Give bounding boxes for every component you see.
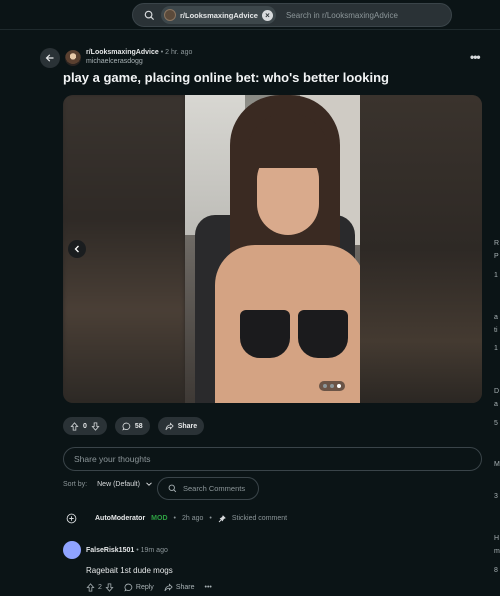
search-icon — [137, 4, 161, 26]
gallery-blur-background-right — [360, 95, 482, 403]
reply-button[interactable]: Reply — [124, 583, 154, 592]
share-icon — [164, 583, 173, 592]
comment-age: 19m ago — [140, 547, 168, 554]
back-button[interactable] — [40, 48, 60, 68]
sidebar-fragment: H — [494, 535, 500, 542]
comment-vote-count: 2 — [98, 584, 102, 591]
automod-age: 2h ago — [181, 515, 204, 522]
comments-button[interactable]: 58 — [114, 417, 150, 435]
upvote-icon — [70, 421, 79, 431]
author-link[interactable]: michaelcerasdogg — [86, 58, 192, 65]
community-avatar — [164, 9, 176, 21]
gallery-pagination — [319, 381, 345, 391]
post-age: 2 hr. ago — [165, 49, 193, 56]
sidebar-fragment: 1 — [494, 345, 498, 352]
right-sidebar-clipped: R P 1 a ti 1 D a 5 M 3 H m 8 — [494, 0, 500, 596]
search-icon — [168, 484, 177, 493]
comment-author[interactable]: FalseRisk1501 — [86, 547, 134, 554]
gallery-image — [185, 95, 360, 403]
post-actions: 0 58 Share — [63, 417, 205, 435]
sidebar-fragment: a — [494, 401, 498, 408]
arrow-left-icon — [45, 54, 54, 62]
community-chip-label: r/LooksmaxingAdvice — [180, 10, 258, 20]
share-button[interactable]: Share — [157, 417, 205, 435]
subreddit-avatar[interactable] — [65, 50, 81, 66]
close-icon[interactable]: × — [261, 9, 273, 21]
comment-share-button[interactable]: Share — [164, 583, 195, 592]
expand-plus-icon — [66, 513, 77, 524]
pin-icon — [218, 514, 226, 522]
gallery-prev-button[interactable] — [68, 240, 86, 258]
sidebar-fragment: a — [494, 314, 498, 321]
upvote-icon — [86, 583, 95, 592]
comment-count: 58 — [134, 422, 143, 430]
sidebar-fragment: M — [494, 461, 500, 468]
sidebar-fragment: ti — [494, 327, 498, 334]
reply-label: Reply — [135, 584, 154, 591]
post-meta: r/LooksmaxingAdvice • 2 hr. ago michaelc… — [86, 49, 193, 65]
comment-vote-control[interactable]: 2 — [86, 583, 114, 592]
post-title: play a game, placing online bet: who's b… — [63, 70, 389, 85]
sidebar-fragment: D — [494, 388, 500, 395]
automod-author[interactable]: AutoModerator — [95, 515, 145, 522]
search-bar[interactable]: r/LooksmaxingAdvice × Search in r/Looksm… — [132, 3, 452, 27]
downvote-icon — [105, 583, 114, 592]
downvote-icon — [91, 421, 100, 431]
chevron-down-icon — [146, 482, 152, 486]
vote-count: 0 — [83, 422, 87, 430]
sidebar-fragment: m — [494, 548, 500, 555]
post-gallery[interactable] — [63, 95, 482, 403]
comment-icon — [122, 422, 131, 431]
top-bar: r/LooksmaxingAdvice × Search in r/Looksm… — [0, 0, 500, 30]
sort-dropdown[interactable]: New (Default) — [97, 481, 140, 488]
share-icon — [165, 421, 174, 430]
comment-more-icon[interactable]: ••• — [205, 584, 212, 591]
search-comments-placeholder: Search Comments — [183, 484, 246, 493]
community-filter-chip[interactable]: r/LooksmaxingAdvice × — [161, 6, 276, 24]
sidebar-fragment: R — [494, 240, 500, 247]
sidebar-fragment: 5 — [494, 420, 498, 427]
vote-control[interactable]: 0 — [63, 417, 107, 435]
subreddit-link[interactable]: r/LooksmaxingAdvice — [86, 49, 159, 56]
share-label: Share — [177, 422, 198, 430]
comment-share-label: Share — [175, 584, 195, 591]
comment-text: Ragebait 1st dude mogs — [86, 566, 173, 575]
sidebar-fragment: 3 — [494, 493, 498, 500]
comment-icon — [124, 583, 133, 592]
sort-label: Sort by: — [63, 480, 88, 488]
search-input[interactable]: Search in r/LooksmaxingAdvice — [286, 11, 398, 20]
stickied-note: Stickied comment — [231, 515, 288, 522]
comment-composer[interactable]: Share your thoughts — [63, 447, 482, 471]
sidebar-fragment: 8 — [494, 567, 498, 574]
more-options-icon[interactable]: ••• — [470, 50, 481, 64]
search-comments-input[interactable]: Search Comments — [157, 477, 259, 500]
stickied-comment-collapsed[interactable]: AutoModerator MOD • 2h ago • Stickied co… — [66, 513, 287, 524]
sort-control: Sort by: New (Default) — [63, 480, 153, 488]
mod-badge: MOD — [151, 515, 168, 522]
sidebar-fragment: P — [494, 253, 499, 260]
chevron-left-icon — [74, 245, 79, 253]
sidebar-fragment: 1 — [494, 272, 498, 279]
avatar[interactable] — [63, 541, 81, 559]
